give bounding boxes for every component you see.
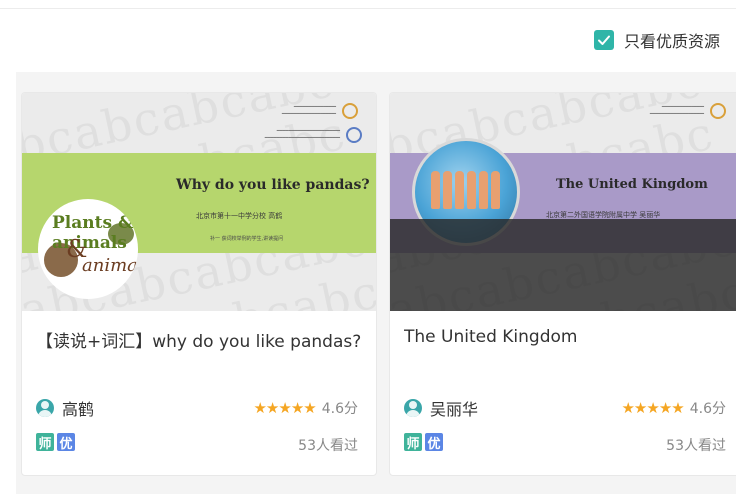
view-count: 53人看过 xyxy=(298,438,358,454)
quality-filter-checkbox[interactable] xyxy=(593,30,614,50)
avatar-icon xyxy=(36,399,54,417)
school-logo: ━━━━━━━━━━━━━━ ━━━━━━━━━━━━━━━━━━ xyxy=(650,103,726,119)
slide-title: Why do you like pandas? xyxy=(176,177,370,193)
rating-score: 4.6分 xyxy=(689,401,726,417)
slide-band: Plants & animals & animals xyxy=(22,153,376,299)
avatar-icon xyxy=(404,399,422,417)
slide-note: 补一 获词校举例的学生,讲读提问 xyxy=(210,236,284,242)
card-thumbnail[interactable]: abcabcabcabcabcabcabcabcabcabcabcabcabca… xyxy=(390,93,736,311)
quality-filter-label[interactable]: 只看优质资源 xyxy=(624,28,720,52)
author: 高鹤 xyxy=(36,396,94,420)
university-logo: ━━━━━━━━━━━━━━━━━━━━━ ━━━━━━━━━━━━━━━━━━━… xyxy=(265,127,362,143)
check-icon xyxy=(597,35,610,45)
view-count: 53人看过 xyxy=(666,438,726,454)
plants-animals-logo: Plants & animals & animals xyxy=(38,199,138,299)
quality-badge: 优 xyxy=(57,433,75,452)
slide-subtitle: 北京市第十一中学分校 高鹤 xyxy=(196,212,283,220)
top-divider xyxy=(0,8,736,9)
rating: ★★★★★ 4.6分 xyxy=(621,398,726,418)
badges: 师 优 xyxy=(36,433,75,452)
card-thumbnail[interactable]: abcabcabcabcabcabcabcabcabcabcabcabcabca… xyxy=(22,93,376,311)
rating: ★★★★★ 4.6分 xyxy=(253,398,358,418)
quality-filter[interactable]: 只看优质资源 xyxy=(593,28,720,52)
star-rating-icon: ★★★★★ xyxy=(621,399,684,417)
resource-card[interactable]: abcabcabcabcabcabcabcabcabcabcabcabcabca… xyxy=(21,92,377,476)
author-name: 吴丽华 xyxy=(430,400,479,419)
card-title[interactable]: The United Kingdom xyxy=(404,327,732,347)
star-rating-icon: ★★★★★ xyxy=(253,399,316,417)
hover-overlay xyxy=(390,219,736,311)
author-name: 高鹤 xyxy=(62,400,95,419)
teacher-badge: 师 xyxy=(404,433,422,452)
quality-badge: 优 xyxy=(425,433,443,452)
author: 吴丽华 xyxy=(404,396,478,420)
teacher-badge: 师 xyxy=(36,433,54,452)
badges: 师 优 xyxy=(404,433,443,452)
card-title[interactable]: 【读说+词汇】why do you like pandas? xyxy=(36,327,364,352)
slide-title: The United Kingdom xyxy=(556,177,708,192)
school-logo: ━━━━━━━━━━━━━━ ━━━━━━━━━━━━━━━━━━ xyxy=(282,103,358,119)
rating-score: 4.6分 xyxy=(321,401,358,417)
resource-card[interactable]: abcabcabcabcabcabcabcabcabcabcabcabcabca… xyxy=(389,92,736,476)
